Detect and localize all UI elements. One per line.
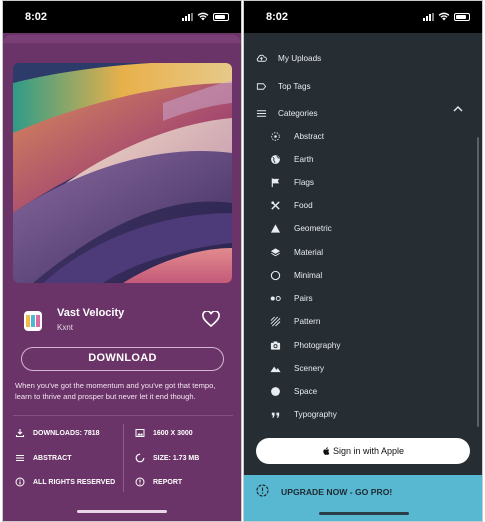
wallpaper-description: When you've got the momentum and you've …: [15, 381, 216, 401]
signal-icon: [182, 12, 193, 21]
category-label: Material: [294, 248, 324, 257]
category-label: Abstract: [294, 132, 325, 141]
report-icon: [135, 477, 145, 487]
category-label: Space: [294, 387, 318, 396]
battery-icon: [454, 12, 470, 21]
pairs-dots-icon: [270, 296, 281, 301]
menu-item-label: My Uploads: [278, 54, 322, 63]
signal-icon: [423, 12, 434, 21]
downloads-stat: DOWNLOADS: 7818: [15, 428, 100, 438]
chevron-up-icon[interactable]: [453, 105, 463, 112]
pattern-lines-icon: [270, 316, 281, 327]
category-typography[interactable]: Typography: [270, 409, 337, 420]
menu-item-label: Top Tags: [278, 82, 311, 91]
category-label: Photography: [294, 341, 341, 350]
globe-icon: [271, 155, 280, 164]
layers-icon: [270, 248, 281, 257]
category-label: Earth: [294, 155, 314, 164]
category-label: Geometric: [294, 224, 332, 233]
sheet-handle-bar: [3, 35, 241, 43]
app-logo-icon: [24, 311, 42, 331]
downloads-count: DOWNLOADS: 7818: [33, 429, 100, 437]
divider: [13, 415, 233, 416]
resolution-stat: 1600 X 3000: [135, 428, 193, 438]
alert-circle-icon: [256, 484, 269, 497]
quote-icon: [271, 412, 280, 418]
mountain-icon: [270, 366, 281, 373]
menu-icon: [256, 110, 267, 117]
download-button[interactable]: DOWNLOAD: [21, 347, 224, 371]
status-bar: 8:02: [244, 1, 482, 33]
category-value: ABSTRACT: [33, 454, 72, 462]
menu-item-label: Categories: [278, 109, 318, 118]
wallpaper-author[interactable]: Kxnt: [57, 323, 73, 332]
category-label: Scenery: [294, 364, 325, 373]
cloud-upload-icon: [256, 54, 267, 62]
category-label: Typography: [294, 410, 337, 419]
upgrade-banner[interactable]: UPGRADE NOW - GO PRO!: [244, 475, 482, 521]
navigation-drawer-screen: 8:02 My Uploads Top Tags Categories Abst…: [243, 0, 483, 522]
category-earth[interactable]: Earth: [270, 154, 314, 165]
category-label: Pattern: [294, 317, 321, 326]
wallpaper-preview-image[interactable]: [13, 63, 232, 283]
home-indicator: [319, 512, 409, 515]
category-pairs[interactable]: Pairs: [270, 293, 313, 304]
category-material[interactable]: Material: [270, 247, 323, 258]
size-value: SIZE: 1.73 MB: [153, 454, 200, 462]
wallpaper-detail-screen: 8:02 Vast Velocity Kxnt DOWNLOAD When yo…: [2, 0, 242, 522]
category-label: Pairs: [294, 294, 313, 303]
heart-outline-icon[interactable]: [202, 311, 220, 327]
battery-icon: [213, 12, 229, 21]
utensils-icon: [271, 201, 280, 210]
rights-value: ALL RIGHTS RESERVED: [33, 478, 116, 486]
category-label: Food: [294, 201, 313, 210]
category-label: Minimal: [294, 271, 323, 280]
category-food[interactable]: Food: [270, 200, 313, 211]
info-icon: [15, 477, 25, 487]
status-bar: 8:02: [3, 1, 241, 33]
category-minimal[interactable]: Minimal: [270, 270, 322, 281]
category-flags[interactable]: Flags: [270, 177, 314, 188]
report-button[interactable]: REPORT: [135, 477, 182, 487]
status-time: 8:02: [266, 11, 289, 23]
sign-in-with-apple-button[interactable]: Sign in with Apple: [256, 438, 470, 464]
triangle-icon: [270, 224, 281, 233]
divider: [123, 424, 124, 492]
menu-item-top-tags[interactable]: Top Tags: [256, 81, 311, 92]
rights-stat: ALL RIGHTS RESERVED: [15, 477, 115, 487]
abstract-dots-icon: [271, 132, 280, 141]
size-stat: SIZE: 1.73 MB: [135, 453, 199, 463]
category-abstract[interactable]: Abstract: [270, 131, 324, 142]
category-photography[interactable]: Photography: [270, 340, 340, 351]
home-indicator: [77, 510, 167, 513]
image-icon: [135, 429, 145, 437]
tag-icon: [256, 83, 267, 90]
category-scenery[interactable]: Scenery: [270, 363, 324, 374]
report-label: REPORT: [153, 478, 183, 486]
download-icon: [15, 429, 25, 438]
camera-icon: [270, 341, 281, 350]
status-time: 8:02: [25, 11, 48, 23]
flag-icon: [271, 178, 280, 188]
size-circle-icon: [135, 453, 145, 463]
apple-logo-icon: [323, 446, 330, 455]
category-geometric[interactable]: Geometric: [270, 223, 332, 234]
filled-circle-icon: [271, 387, 280, 396]
category-pattern[interactable]: Pattern: [270, 316, 320, 327]
drawer-scrollbar[interactable]: [477, 137, 479, 427]
menu-item-categories[interactable]: Categories: [256, 108, 318, 119]
menu-lines-icon: [16, 454, 24, 462]
upgrade-label: UPGRADE NOW - GO PRO!: [281, 487, 393, 497]
sign-in-label: Sign in with Apple: [332, 446, 405, 456]
menu-item-my-uploads[interactable]: My Uploads: [256, 53, 321, 64]
wifi-icon: [197, 12, 209, 21]
category-stat[interactable]: ABSTRACT: [15, 453, 72, 463]
category-space[interactable]: Space: [270, 386, 317, 397]
circle-outline-icon: [270, 270, 281, 281]
resolution-value: 1600 X 3000: [153, 429, 193, 437]
wifi-icon: [438, 12, 450, 21]
wallpaper-title: Vast Velocity: [57, 307, 125, 319]
category-label: Flags: [294, 178, 315, 187]
